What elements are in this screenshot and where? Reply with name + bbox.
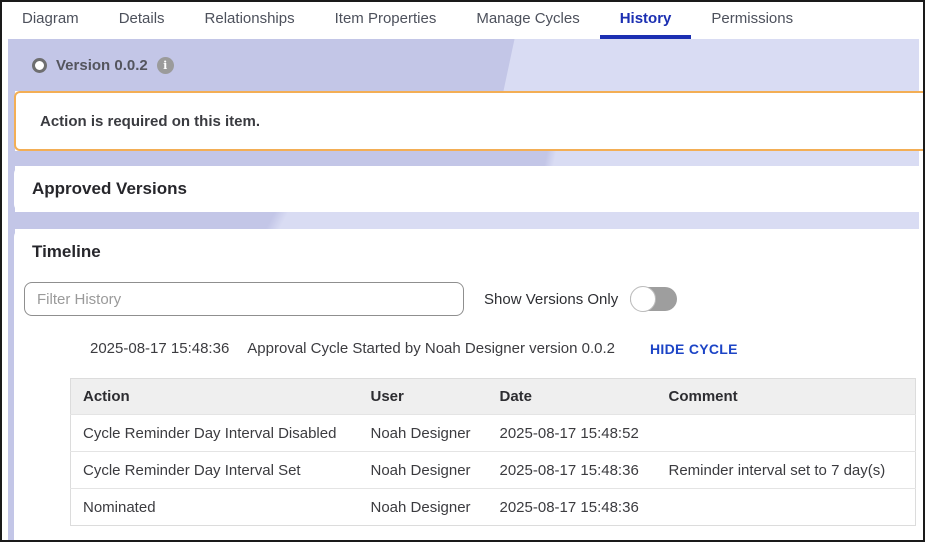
cell-comment [657, 489, 916, 526]
filter-history-input[interactable] [24, 282, 464, 316]
version-radio[interactable] [32, 58, 47, 73]
alert-message: Action is required on this item. [40, 113, 260, 130]
column-header-comment: Comment [657, 379, 916, 415]
cell-action: Cycle Reminder Day Interval Set [71, 452, 359, 489]
cell-date: 2025-08-17 15:48:52 [488, 415, 657, 452]
tab-details[interactable]: Details [99, 2, 185, 39]
cell-user: Noah Designer [359, 489, 488, 526]
version-label: Version 0.0.2 [56, 57, 148, 74]
background-band [8, 151, 919, 166]
column-header-user: User [359, 379, 488, 415]
history-table: Action User Date Comment Cycle Reminder … [70, 378, 916, 526]
tab-item-properties[interactable]: Item Properties [315, 2, 457, 39]
hide-cycle-link[interactable]: HIDE CYCLE [650, 341, 738, 357]
show-versions-only-toggle[interactable] [630, 287, 677, 311]
cell-date: 2025-08-17 15:48:36 [488, 452, 657, 489]
app-window: Diagram Details Relationships Item Prope… [0, 0, 925, 542]
table-row: Cycle Reminder Day Interval Disabled Noa… [71, 415, 916, 452]
table-row: Cycle Reminder Day Interval Set Noah Des… [71, 452, 916, 489]
show-versions-only-label: Show Versions Only [484, 291, 618, 308]
timeline-filter-row: Show Versions Only [24, 282, 923, 316]
cycle-entry-timestamp: 2025-08-17 15:48:36 [90, 340, 229, 357]
info-icon[interactable]: i [157, 57, 174, 74]
approved-versions-title: Approved Versions [32, 179, 187, 199]
tab-diagram[interactable]: Diagram [2, 2, 99, 39]
table-row: Nominated Noah Designer 2025-08-17 15:48… [71, 489, 916, 526]
cell-date: 2025-08-17 15:48:36 [488, 489, 657, 526]
approved-versions-section[interactable]: Approved Versions [14, 166, 923, 212]
cell-user: Noah Designer [359, 415, 488, 452]
cell-comment: Reminder interval set to 7 day(s) [657, 452, 916, 489]
tab-permissions[interactable]: Permissions [691, 2, 813, 39]
tab-manage-cycles[interactable]: Manage Cycles [456, 2, 599, 39]
cycle-entry-row: 2025-08-17 15:48:36 Approval Cycle Start… [90, 340, 923, 357]
column-header-action: Action [71, 379, 359, 415]
background-band [8, 212, 919, 229]
history-panel: Version 0.0.2 i Action is required on th… [2, 39, 923, 540]
column-header-date: Date [488, 379, 657, 415]
cell-action: Nominated [71, 489, 359, 526]
timeline-section: Timeline Show Versions Only 2025-08-17 1… [14, 229, 923, 540]
table-header-row: Action User Date Comment [71, 379, 916, 415]
tab-relationships[interactable]: Relationships [185, 2, 315, 39]
timeline-title: Timeline [32, 242, 923, 262]
action-required-alert: Action is required on this item. [14, 91, 923, 151]
background-swoosh [502, 39, 919, 91]
tab-bar: Diagram Details Relationships Item Prope… [2, 2, 923, 39]
cell-user: Noah Designer [359, 452, 488, 489]
cycle-entry-description: Approval Cycle Started by Noah Designer … [247, 340, 615, 357]
toggle-knob-icon [630, 286, 656, 312]
version-bar: Version 0.0.2 i [8, 39, 919, 91]
cell-comment [657, 415, 916, 452]
cell-action: Cycle Reminder Day Interval Disabled [71, 415, 359, 452]
tab-history[interactable]: History [600, 2, 692, 39]
